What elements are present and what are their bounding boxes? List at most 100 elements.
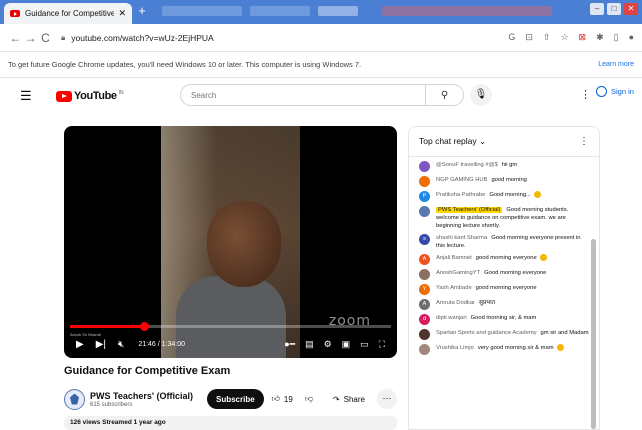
search-input[interactable]: [191, 90, 425, 100]
mute-icon[interactable]: 🔇︎: [118, 339, 124, 350]
like-count: 19: [283, 394, 293, 404]
chat-author[interactable]: AnoshGamingYT: [436, 270, 480, 276]
chat-scrollbar[interactable]: [591, 239, 596, 429]
chat-author[interactable]: Amruta Dodkar: [436, 300, 475, 306]
chat-message: AnoshGamingYT Good morning everyone: [419, 269, 589, 280]
search-button[interactable]: ⚲: [425, 85, 463, 105]
chat-author[interactable]: dipti wanjari: [436, 315, 467, 321]
maximize-icon[interactable]: □: [607, 3, 621, 15]
settings-icon[interactable]: ⚙: [324, 339, 332, 350]
chat-avatar[interactable]: [419, 206, 430, 217]
chat-avatar[interactable]: P: [419, 191, 430, 202]
extension-icon[interactable]: ⊠: [579, 32, 587, 43]
chat-mode-dropdown[interactable]: Top chat replay ⌄: [419, 136, 486, 147]
chat-author[interactable]: Yash Ambade: [436, 285, 472, 291]
progress-bar[interactable]: [70, 322, 391, 331]
share-label: Share: [343, 394, 365, 404]
chat-avatar[interactable]: d: [419, 314, 430, 325]
youtube-logo[interactable]: YouTube IN: [56, 90, 124, 102]
reload-icon[interactable]: C: [38, 31, 53, 45]
chat-author[interactable]: Spartan Sports and guidance Academy: [436, 330, 537, 336]
lock-icon: 🔒︎: [61, 32, 66, 42]
profile-icon[interactable]: ●: [629, 32, 634, 43]
chat-author[interactable]: shashi kant Sharma: [436, 235, 487, 241]
url-field[interactable]: 🔒︎ youtube.com/watch?v=wUz-2EjHPUA: [61, 33, 508, 43]
tab-title: Guidance for Competitive Exam: [25, 9, 115, 18]
chat-avatar[interactable]: [419, 329, 430, 340]
hamburger-menu-icon[interactable]: ☰: [20, 88, 36, 104]
chat-author[interactable]: Vrushika Limje: [436, 345, 474, 351]
chat-text: सुप्रभात: [478, 300, 496, 306]
chat-avatar[interactable]: [419, 176, 430, 187]
chat-message-body: NGP GAMING HUB good morning: [436, 176, 527, 184]
like-button[interactable]: 👍︎ 19: [266, 389, 299, 409]
install-icon[interactable]: ⊡: [525, 32, 533, 43]
subtitles-icon[interactable]: ▤: [305, 339, 314, 350]
chat-author[interactable]: @SonuF travelling #@$: [436, 162, 498, 168]
sign-in-label: Sign in: [611, 87, 634, 96]
browser-tab[interactable]: Guidance for Competitive Exam ✕: [4, 3, 132, 24]
google-icon[interactable]: G: [508, 32, 515, 43]
sign-in-button[interactable]: Sign in: [596, 86, 634, 97]
channel-avatar[interactable]: [64, 388, 85, 410]
voice-search-button[interactable]: 🎙︎: [470, 84, 492, 106]
chat-author[interactable]: Pratiksha Pathrabe: [436, 192, 485, 198]
chevron-down-icon: ⌄: [479, 136, 487, 146]
blurred-tab[interactable]: [250, 6, 310, 16]
theater-mode-icon[interactable]: ▭: [360, 339, 369, 350]
new-tab-button[interactable]: +: [135, 4, 149, 18]
channel-row: PWS Teachers' (Official) 615 subscribers…: [64, 386, 397, 412]
update-banner: To get future Google Chrome updates, you…: [0, 52, 642, 78]
chat-more-icon[interactable]: ⋮: [579, 136, 589, 147]
subscribe-button[interactable]: Subscribe: [207, 389, 264, 409]
fullscreen-icon[interactable]: ⛶: [379, 339, 385, 350]
back-icon[interactable]: ←: [8, 31, 23, 45]
chat-message: Spartan Sports and guidance Academy gm si…: [419, 329, 589, 340]
youtube-play-icon: [56, 90, 72, 102]
play-icon[interactable]: ▶: [76, 339, 84, 350]
settings-more-icon[interactable]: ⋮: [580, 88, 591, 101]
forward-icon[interactable]: →: [23, 31, 38, 45]
chat-avatar[interactable]: [419, 269, 430, 280]
chat-avatar[interactable]: [419, 161, 430, 172]
dislike-button[interactable]: 👎︎: [299, 389, 319, 409]
blurred-tab[interactable]: [382, 6, 552, 16]
chat-avatar[interactable]: A: [419, 299, 430, 310]
sidepanel-icon[interactable]: ▯: [614, 32, 619, 43]
channel-name[interactable]: PWS Teachers' (Official): [90, 391, 193, 401]
autoplay-toggle[interactable]: ●━: [284, 339, 295, 350]
blurred-tab[interactable]: [162, 6, 242, 16]
bookmark-star-icon[interactable]: ☆: [560, 32, 568, 43]
puzzle-icon[interactable]: ✱: [596, 32, 604, 43]
share-page-icon[interactable]: ⇧: [543, 32, 551, 43]
chat-author[interactable]: NGP GAMING HUB: [436, 177, 487, 183]
chat-author[interactable]: Anjali Bamnet: [436, 255, 472, 261]
close-window-icon[interactable]: ✕: [624, 3, 638, 15]
chat-message-body: Yash Ambade good morning everyone: [436, 284, 537, 292]
emoji-icon: [556, 344, 564, 351]
chat-author[interactable]: PWS Teachers' (Official): [436, 207, 503, 213]
chat-avatar[interactable]: s: [419, 234, 430, 245]
miniplayer-icon[interactable]: ▣: [342, 339, 351, 350]
chat-message: @SonuF travelling #@$ hii gm: [419, 161, 589, 172]
learn-more-link[interactable]: Learn more: [598, 61, 634, 68]
chat-avatar[interactable]: A: [419, 254, 430, 265]
chat-avatar[interactable]: [419, 344, 430, 355]
share-button[interactable]: ↷ Share: [327, 389, 371, 409]
video-player[interactable]: zoom Ashok Sir Bharati ▶ ▶| 🔇︎ 21:46 / 1…: [64, 126, 397, 358]
thumbs-down-icon: 👎︎: [304, 394, 313, 403]
more-actions-button[interactable]: ⋯: [377, 389, 397, 409]
banner-text: To get future Google Chrome updates, you…: [8, 60, 362, 69]
blurred-tab[interactable]: [318, 6, 358, 16]
chat-message-body: AnoshGamingYT Good morning everyone: [436, 269, 546, 277]
description-box[interactable]: 126 views Streamed 1 year ago: [64, 416, 397, 430]
chat-avatar[interactable]: Y: [419, 284, 430, 295]
search-icon: ⚲: [440, 89, 449, 101]
chat-message-body: PWS Teachers' (Official) Good morning stu…: [436, 206, 589, 230]
chat-header: Top chat replay ⌄ ⋮: [409, 127, 599, 157]
minimize-icon[interactable]: –: [590, 3, 604, 15]
next-icon[interactable]: ▶|: [96, 339, 106, 350]
like-dislike-group: 👍︎ 19 👎︎: [266, 389, 319, 409]
chat-message: s shashi kant Sharma Good morning everyone…: [419, 234, 589, 250]
close-tab-icon[interactable]: ✕: [118, 8, 126, 19]
